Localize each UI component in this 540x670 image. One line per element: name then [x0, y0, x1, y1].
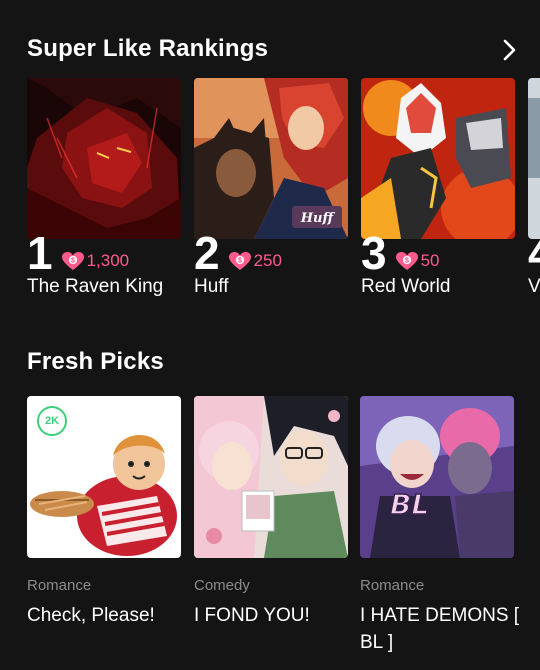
genre-label: Comedy	[194, 577, 250, 594]
super-like-count: $ 1,300	[61, 251, 129, 271]
super-like-count: $ 250	[228, 251, 282, 271]
cover-image-check-please[interactable]: 2K	[27, 396, 181, 558]
svg-text:$: $	[71, 258, 75, 265]
fresh-pick-card-1[interactable]: 2K Romance Check, Please!	[27, 396, 181, 626]
series-title[interactable]: I HATE DEMONS [ BL ]	[360, 602, 530, 656]
section-title-super-like: Super Like Rankings	[27, 35, 269, 62]
rank-number: 1	[27, 227, 53, 279]
chevron-right-icon[interactable]	[499, 37, 521, 63]
rank-number: 3	[361, 227, 387, 279]
rank-number: 4	[528, 230, 540, 276]
ranking-card-2[interactable]: Huff 2 $ 250 Huff	[194, 78, 348, 297]
svg-text:$: $	[405, 258, 409, 265]
view-count-badge: 2K	[37, 406, 67, 436]
section-title-fresh-picks: Fresh Picks	[27, 348, 164, 375]
super-like-rankings-carousel[interactable]: 1 $ 1,300 The Raven King Huff 2 $ 250 Hu…	[0, 78, 540, 308]
super-like-heart-icon: $	[61, 252, 84, 270]
series-title[interactable]: V	[528, 276, 540, 298]
svg-text:$: $	[238, 258, 242, 265]
ranking-card-3[interactable]: 3 $ 50 Red World	[361, 78, 515, 297]
cover-image-raven-king[interactable]	[27, 78, 181, 239]
series-title[interactable]: Check, Please!	[27, 602, 197, 629]
series-title[interactable]: Red World	[361, 276, 450, 298]
cover-image-huff[interactable]: Huff	[194, 78, 348, 239]
series-title[interactable]: I FOND YOU!	[194, 602, 364, 629]
fresh-pick-card-3[interactable]: BL Romance I HATE DEMONS [ BL ]	[360, 396, 519, 653]
svg-text:Huff: Huff	[300, 211, 336, 226]
series-title[interactable]: The Raven King	[27, 276, 163, 298]
rank-number: 2	[194, 227, 220, 279]
cover-image-red-world[interactable]	[361, 78, 515, 239]
ranking-card-4[interactable]: 4 V	[528, 78, 540, 297]
genre-label: Romance	[360, 577, 425, 594]
svg-text:BL: BL	[390, 488, 429, 521]
ranking-card-1[interactable]: 1 $ 1,300 The Raven King	[27, 78, 181, 297]
super-like-count: $ 50	[395, 251, 440, 271]
super-like-heart-icon: $	[228, 252, 251, 270]
cover-image-i-fond-you[interactable]	[194, 396, 348, 558]
super-like-heart-icon: $	[395, 252, 418, 270]
genre-label: Romance	[27, 577, 92, 594]
fresh-pick-card-2[interactable]: Comedy I FOND YOU!	[194, 396, 348, 626]
cover-image-i-hate-demons[interactable]: BL	[360, 396, 514, 558]
cover-image-4[interactable]	[528, 78, 540, 239]
series-title[interactable]: Huff	[194, 276, 229, 298]
